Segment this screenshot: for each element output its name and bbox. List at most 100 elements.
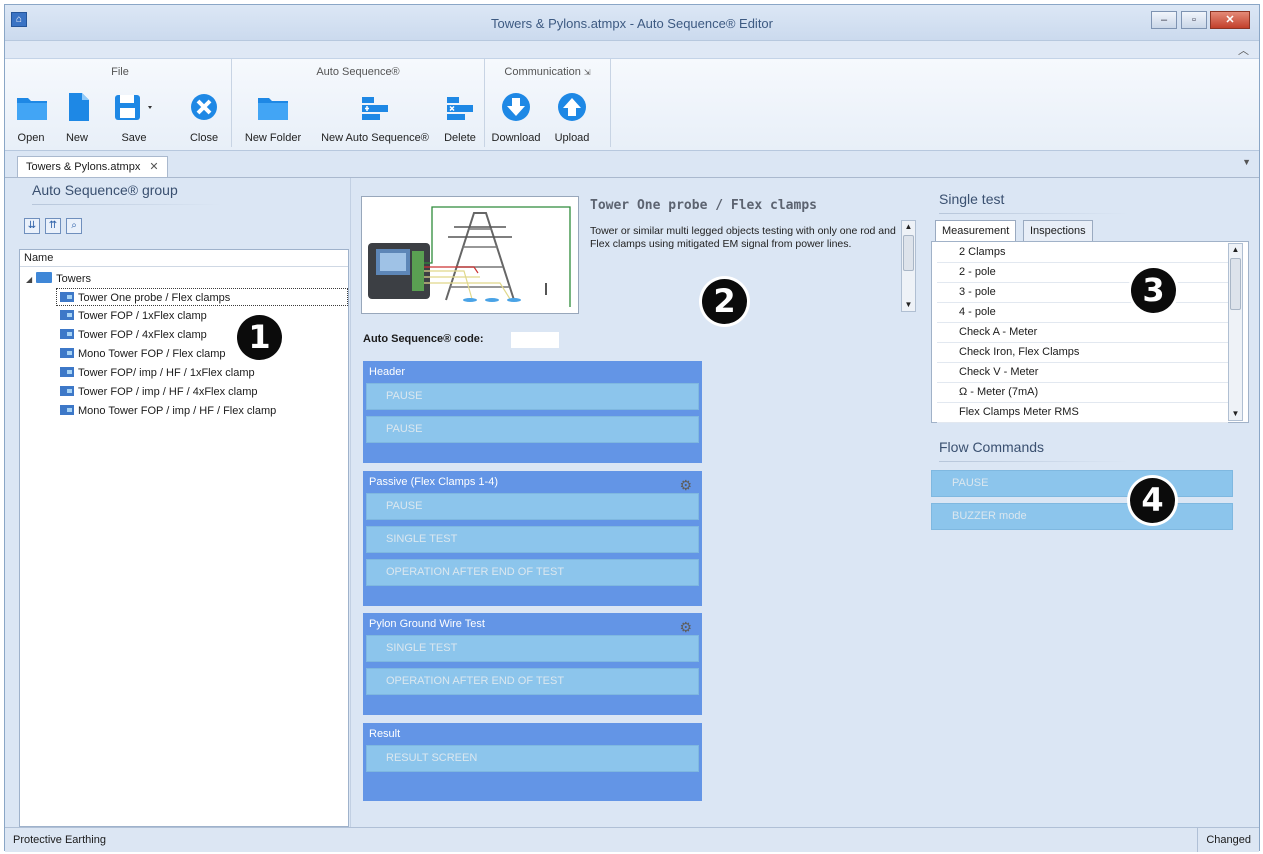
new-file-icon bbox=[69, 93, 89, 121]
new-folder-button[interactable]: New Folder bbox=[242, 91, 304, 144]
expand-chevron-icon[interactable]: ◢ bbox=[26, 275, 32, 284]
gear-icon[interactable]: ⚙ bbox=[679, 474, 692, 496]
delete-sequence-icon bbox=[447, 97, 473, 120]
scroll-up-icon[interactable]: ▲ bbox=[1229, 245, 1242, 255]
gear-icon[interactable]: ⚙ bbox=[679, 616, 692, 638]
ribbon-group-auto-sequence: Auto Sequence® New Folder New Auto Seque… bbox=[232, 59, 485, 147]
sequence-block-result[interactable]: Result RESULT SCREEN bbox=[363, 723, 702, 801]
tree-item[interactable]: Mono Tower FOP / imp / HF / Flex clamp bbox=[60, 402, 276, 420]
tab-measurement[interactable]: Measurement bbox=[935, 220, 1017, 242]
single-test-title: Single test bbox=[939, 191, 1131, 214]
ribbon-group-file: File Open New Save Close bbox=[9, 59, 232, 147]
step-item[interactable]: OPERATION AFTER END OF TEST bbox=[366, 559, 699, 586]
description-scrollbar[interactable]: ▲ ▼ bbox=[901, 220, 916, 312]
window-title: Towers & Pylons.atmpx - Auto Sequence® E… bbox=[491, 16, 773, 31]
folder-icon bbox=[36, 272, 53, 283]
tree-folder-towers[interactable]: ◢ Towers bbox=[26, 270, 91, 288]
list-item[interactable]: Flex Clamps Meter RMS bbox=[937, 403, 1228, 423]
callout-badge-3: 3 bbox=[1131, 268, 1176, 313]
close-window-button[interactable]: ✕ bbox=[1210, 11, 1250, 29]
scroll-down-icon[interactable]: ▼ bbox=[902, 300, 915, 310]
document-tab[interactable]: Towers & Pylons.atmpx ✕ bbox=[17, 156, 168, 177]
tree-item-selected[interactable]: Tower One probe / Flex clamps bbox=[56, 288, 348, 306]
close-circle-icon bbox=[191, 94, 217, 120]
delete-button[interactable]: Delete bbox=[442, 91, 478, 144]
new-button[interactable]: New bbox=[61, 91, 93, 144]
sequence-tree: Name ◢ Towers Tower One probe / Flex clam… bbox=[19, 249, 349, 827]
title-bar: ⌂ Towers & Pylons.atmpx - Auto Sequence®… bbox=[5, 5, 1259, 41]
tab-inspections[interactable]: Inspections bbox=[1023, 220, 1093, 242]
collapse-ribbon-icon[interactable]: ︿ bbox=[1238, 42, 1249, 58]
tower-diagram-icon bbox=[368, 206, 571, 307]
list-item[interactable]: Ω - Meter (7mA) bbox=[937, 383, 1228, 403]
list-item[interactable]: Check Iron, Flex Clamps bbox=[937, 343, 1228, 363]
scroll-thumb[interactable] bbox=[903, 235, 914, 271]
block-title: Result bbox=[369, 728, 401, 740]
save-label: Save bbox=[121, 132, 147, 144]
preview-title: Tower One probe / Flex clamps bbox=[590, 198, 817, 213]
search-icon[interactable]: ⌕ bbox=[66, 218, 82, 234]
close-tab-icon[interactable]: ✕ bbox=[149, 161, 158, 173]
expand-all-icon[interactable]: ⇊ bbox=[24, 218, 40, 234]
sequence-block-pylon-ground-wire[interactable]: Pylon Ground Wire Test ⚙ SINGLE TEST OPER… bbox=[363, 613, 702, 715]
download-button[interactable]: Download bbox=[489, 91, 543, 144]
status-bar: Protective Earthing Changed bbox=[5, 827, 1259, 852]
tree-item-label: Mono Tower FOP / Flex clamp bbox=[78, 348, 226, 360]
scroll-up-icon[interactable]: ▲ bbox=[902, 222, 915, 232]
auto-sequence-code-field[interactable] bbox=[511, 332, 559, 348]
delete-label: Delete bbox=[444, 132, 476, 144]
status-left-text: Protective Earthing bbox=[13, 834, 106, 846]
step-item[interactable]: RESULT SCREEN bbox=[366, 745, 699, 772]
tree-item-label: Mono Tower FOP / imp / HF / Flex clamp bbox=[78, 405, 277, 417]
minimize-button[interactable]: – bbox=[1151, 11, 1177, 29]
step-item[interactable]: PAUSE bbox=[366, 383, 699, 410]
maximize-button[interactable]: ▫ bbox=[1181, 11, 1207, 29]
new-auto-sequence-button[interactable]: New Auto Sequence® bbox=[316, 91, 434, 144]
tree-item[interactable]: Mono Tower FOP / Flex clamp bbox=[60, 345, 226, 363]
sequence-icon bbox=[60, 367, 74, 377]
list-item[interactable]: Check V - Meter bbox=[937, 363, 1228, 383]
step-item[interactable]: SINGLE TEST bbox=[366, 526, 699, 553]
tree-item[interactable]: Tower FOP / imp / HF / 4xFlex clamp bbox=[60, 383, 258, 401]
splitter[interactable] bbox=[350, 178, 351, 828]
download-label: Download bbox=[491, 132, 541, 144]
upload-button[interactable]: Upload bbox=[547, 91, 597, 144]
collapse-all-icon[interactable]: ⇈ bbox=[45, 218, 61, 234]
list-item[interactable]: 3 - pole bbox=[937, 283, 1228, 303]
new-label: New bbox=[65, 132, 88, 144]
close-button[interactable]: Close bbox=[187, 91, 221, 144]
ribbon: File Open New Save Close Auto Sequence® bbox=[5, 59, 1259, 151]
scroll-down-icon[interactable]: ▼ bbox=[1229, 409, 1242, 419]
scroll-thumb[interactable] bbox=[1230, 258, 1241, 310]
tab-menu-chevron-icon[interactable]: ▼ bbox=[1242, 157, 1251, 167]
sequence-icon bbox=[60, 405, 74, 415]
step-item[interactable]: SINGLE TEST bbox=[366, 635, 699, 662]
list-item[interactable]: 2 - pole bbox=[937, 263, 1228, 283]
ribbon-group-communication: Communication ⇲ Download Upload bbox=[485, 59, 611, 147]
flow-command-item[interactable]: PAUSE bbox=[931, 470, 1233, 497]
tree-item-label: Tower FOP / imp / HF / 4xFlex clamp bbox=[78, 386, 258, 398]
tree-item-label: Tower One probe / Flex clamps bbox=[78, 292, 231, 304]
measurement-scrollbar[interactable]: ▲ ▼ bbox=[1228, 243, 1243, 421]
list-item[interactable]: Check A - Meter bbox=[937, 323, 1228, 343]
auto-sequence-group-title: Auto Sequence® group bbox=[32, 182, 222, 205]
tree-item[interactable]: Tower FOP / 4xFlex clamp bbox=[60, 326, 207, 344]
step-item[interactable]: PAUSE bbox=[366, 493, 699, 520]
list-item[interactable]: 4 - pole bbox=[937, 303, 1228, 323]
flow-command-item[interactable]: BUZZER mode bbox=[931, 503, 1233, 530]
block-title: Header bbox=[369, 366, 406, 378]
tree-column-header: Name bbox=[20, 250, 348, 267]
download-icon bbox=[502, 93, 530, 121]
save-button[interactable]: Save bbox=[109, 91, 159, 144]
app-window: ⌂ Towers & Pylons.atmpx - Auto Sequence®… bbox=[4, 4, 1260, 852]
list-item[interactable]: 2 Clamps bbox=[937, 243, 1228, 263]
sequence-block-header[interactable]: Header PAUSE PAUSE bbox=[363, 361, 702, 463]
step-item[interactable]: PAUSE bbox=[366, 416, 699, 443]
tree-item[interactable]: Tower FOP / 1xFlex clamp bbox=[60, 307, 207, 325]
main-content: Auto Sequence® group ⇊ ⇈ ⌕ Name ◢ Towers … bbox=[5, 177, 1259, 828]
step-item[interactable]: OPERATION AFTER END OF TEST bbox=[366, 668, 699, 695]
block-title: Passive (Flex Clamps 1-4) ⚙ bbox=[363, 471, 702, 493]
sequence-block-passive[interactable]: Passive (Flex Clamps 1-4) ⚙ PAUSE SINGLE … bbox=[363, 471, 702, 606]
open-button[interactable]: Open bbox=[15, 91, 47, 144]
tree-item[interactable]: Tower FOP/ imp / HF / 1xFlex clamp bbox=[60, 364, 255, 382]
